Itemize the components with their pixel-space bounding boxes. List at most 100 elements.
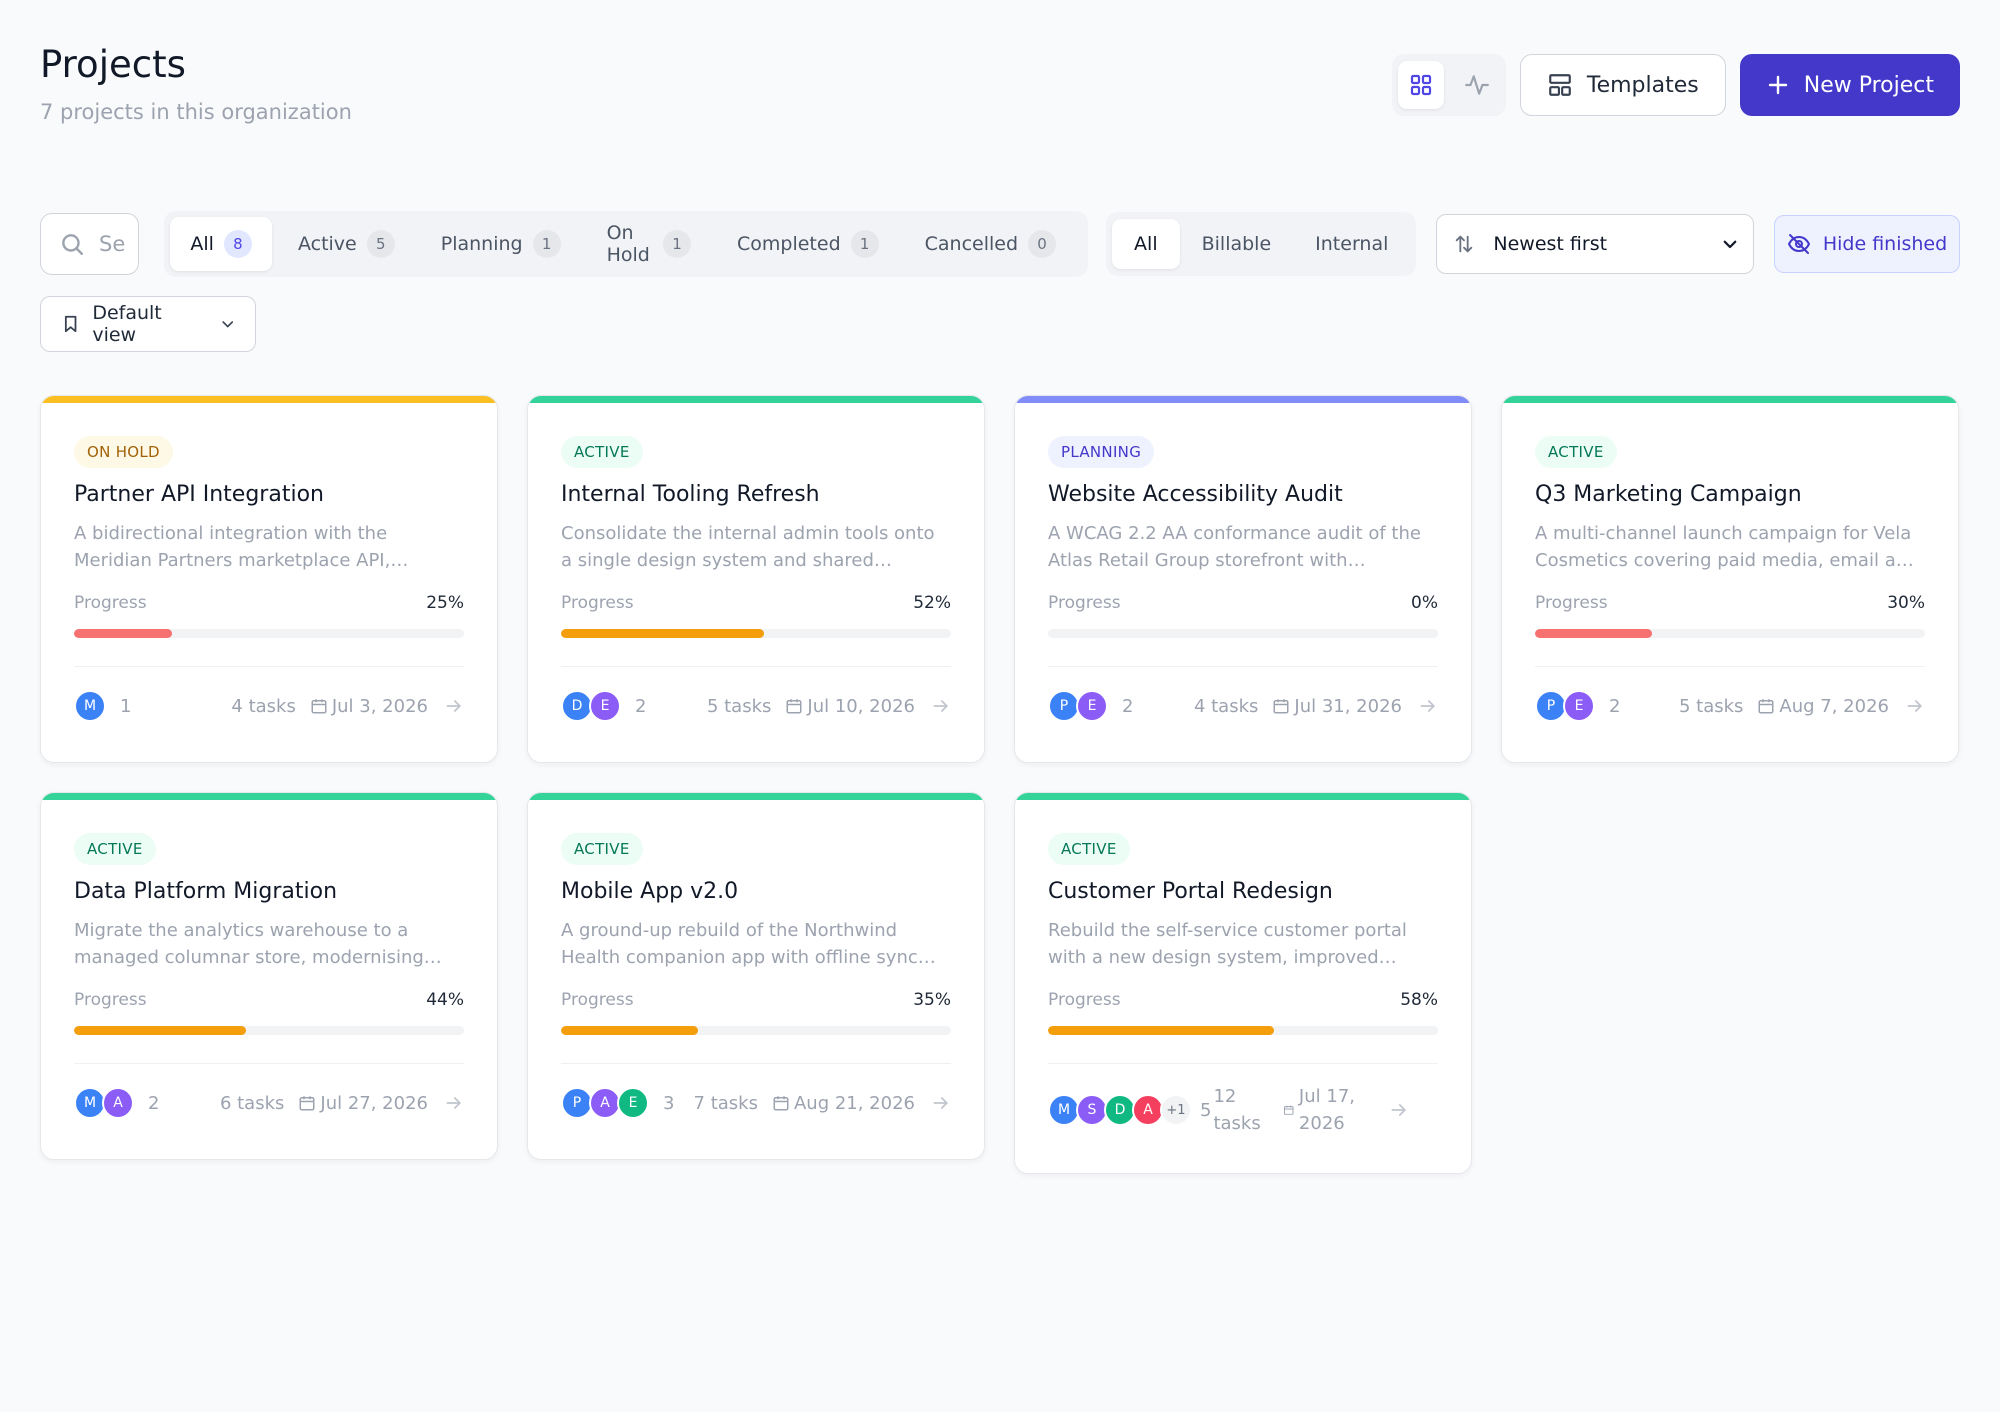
status-color-bar (528, 396, 984, 403)
status-count-badge: 0 (1028, 230, 1057, 258)
progress-value: 35% (913, 990, 951, 1010)
plus-icon (1768, 75, 1787, 95)
task-count: 12 tasks (1213, 1086, 1261, 1134)
new-project-button[interactable]: New Project (1739, 54, 1960, 116)
project-title[interactable]: Customer Portal Redesign (1048, 877, 1438, 907)
progress-value: 44% (426, 990, 464, 1010)
project-card[interactable]: ACTIVE Customer Portal Redesign Rebuild th… (1014, 792, 1472, 1174)
open-project-button[interactable] (1905, 696, 1925, 716)
open-project-button[interactable] (1418, 696, 1438, 716)
progress-label: Progress (74, 593, 147, 613)
status-tab-label: Active (297, 233, 357, 255)
progress-row: Progress 30% (1535, 593, 1925, 613)
open-project-button[interactable] (931, 696, 951, 716)
status-tab-label: On Hold (606, 222, 650, 266)
member-avatars: M S D A +1 (1048, 1094, 1192, 1126)
project-title[interactable]: Website Accessibility Audit (1048, 480, 1438, 510)
project-description: Rebuild the self-service customer portal… (1048, 920, 1407, 968)
status-badge: ACTIVE (561, 833, 643, 865)
status-count-badge: 1 (532, 230, 561, 258)
progress-row: Progress 52% (561, 593, 951, 613)
templates-label: Templates (1586, 72, 1699, 98)
project-card[interactable]: ACTIVE Internal Tooling Refresh Consolidat… (527, 395, 985, 763)
progress-label: Progress (1535, 593, 1608, 613)
calendar-icon (311, 699, 327, 714)
task-count: 4 tasks (1193, 695, 1259, 717)
page-subtitle: 7 projects in this organization (40, 100, 352, 124)
due-date: Jul 31, 2026 (1272, 696, 1402, 717)
status-tab-cancelled[interactable]: Cancelled 0 (905, 217, 1076, 271)
status-tab-label: Cancelled (924, 233, 1019, 255)
projects-page: Projects 7 projects in this organization (0, 0, 2000, 1412)
eye-off-icon (1787, 234, 1810, 254)
open-project-button[interactable] (1389, 1100, 1409, 1120)
grid-view-button[interactable] (1397, 61, 1444, 109)
arrow-right-icon (1420, 700, 1435, 712)
search-icon (62, 234, 83, 255)
progress-fill (1048, 1026, 1275, 1035)
progress-row: Progress 44% (74, 990, 464, 1010)
progress-value: 25% (426, 593, 464, 613)
task-count: 6 tasks (219, 1092, 285, 1114)
arrow-right-icon (933, 1097, 948, 1109)
progress-value: 52% (913, 593, 951, 613)
status-tab-active[interactable]: Active 5 (278, 217, 415, 271)
status-tab-completed[interactable]: Completed 1 (717, 217, 899, 271)
project-title[interactable]: Data Platform Migration (74, 877, 464, 907)
hide-finished-button[interactable]: Hide finished (1774, 215, 1960, 273)
more-members-avatar: +1 (1160, 1094, 1192, 1126)
status-tab-all[interactable]: All 8 (170, 217, 272, 271)
filter-toolbar: All 8 Active 5 Planning 1 On Hold 1 Comp… (40, 211, 1960, 277)
due-date: Aug 7, 2026 (1757, 696, 1889, 717)
calendar-icon (1758, 699, 1774, 714)
project-card[interactable]: ACTIVE Q3 Marketing Campaign A multi-chann… (1501, 395, 1959, 763)
project-title[interactable]: Q3 Marketing Campaign (1535, 480, 1925, 510)
search-box[interactable] (40, 213, 140, 275)
search-input[interactable] (99, 232, 125, 256)
project-card[interactable]: ON HOLD Partner API Integration A bidirect… (40, 395, 498, 763)
due-date-text: Aug 21, 2026 (793, 1092, 915, 1114)
progress-row: Progress 25% (74, 593, 464, 613)
status-color-bar (1015, 396, 1471, 403)
due-date-text: Jul 3, 2026 (331, 695, 428, 717)
grid-icon (1410, 74, 1431, 96)
open-project-button[interactable] (931, 1093, 951, 1113)
bookmark-icon (64, 315, 77, 333)
progress-label: Progress (1048, 990, 1121, 1010)
status-tab-label: Planning (440, 233, 523, 255)
sort-select[interactable]: Newest first (1436, 214, 1755, 274)
activity-view-button[interactable] (1454, 61, 1500, 109)
project-card[interactable]: ACTIVE Mobile App v2.0 A ground-up rebuild… (527, 792, 985, 1160)
arrow-right-icon (933, 700, 948, 712)
open-project-button[interactable] (444, 1093, 464, 1113)
status-tab-on-hold[interactable]: On Hold 1 (587, 217, 711, 271)
progress-fill (74, 1026, 246, 1035)
type-tab-billable[interactable]: Billable (1180, 219, 1294, 269)
header-actions: Templates New Project (1391, 54, 1960, 116)
title-block: Projects 7 projects in this organization (40, 40, 352, 124)
project-card[interactable]: ACTIVE Data Platform Migration Migrate the… (40, 792, 498, 1160)
card-footer: MA 2 6 tasks Jul 27, 2026 (74, 1064, 464, 1142)
activity-icon (1464, 75, 1489, 95)
status-filter-tabs: All 8 Active 5 Planning 1 On Hold 1 Comp… (164, 211, 1089, 277)
type-tab-internal[interactable]: Internal (1293, 219, 1410, 269)
type-tab-all[interactable]: All (1112, 219, 1180, 269)
progress-bar (1048, 1026, 1438, 1035)
card-footer: PE 2 5 tasks Aug 7, 2026 (1535, 667, 1925, 745)
status-tab-planning[interactable]: Planning 1 (421, 217, 581, 271)
member-avatars: MA (74, 1087, 134, 1119)
project-card[interactable]: PLANNING Website Accessibility Audit A WCA… (1014, 395, 1472, 763)
member-avatar: E (1076, 690, 1108, 722)
project-title[interactable]: Internal Tooling Refresh (561, 480, 951, 510)
progress-row: Progress 58% (1048, 990, 1438, 1010)
templates-button[interactable]: Templates (1519, 54, 1726, 116)
project-title[interactable]: Mobile App v2.0 (561, 877, 951, 907)
open-project-button[interactable] (444, 696, 464, 716)
saved-view-dropdown[interactable]: Default view (40, 296, 256, 352)
member-count: 1 (120, 695, 132, 717)
page-title: Projects (40, 43, 186, 86)
status-count-badge: 1 (663, 230, 691, 258)
due-date-text: Jul 10, 2026 (807, 695, 915, 717)
status-count-badge: 1 (850, 230, 879, 258)
project-title[interactable]: Partner API Integration (74, 480, 464, 510)
